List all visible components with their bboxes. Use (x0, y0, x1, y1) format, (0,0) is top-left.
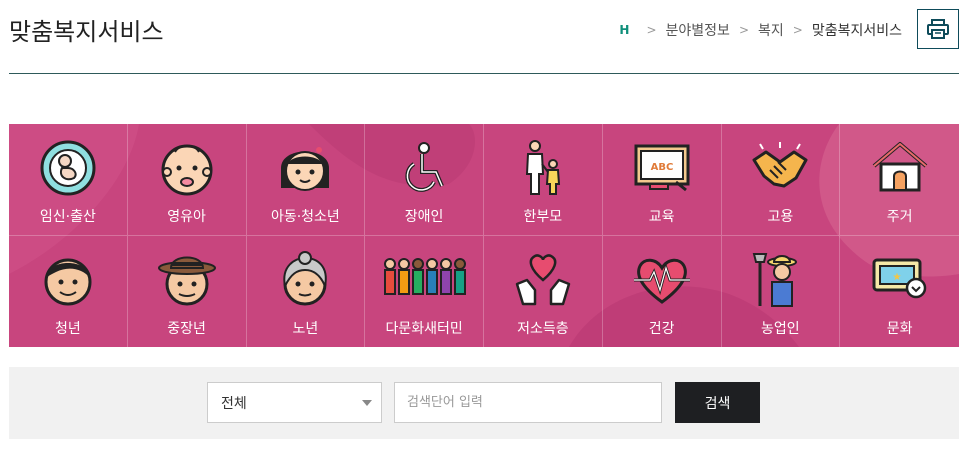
page-title: 맞춤복지서비스 (9, 18, 164, 46)
svg-text:ABC: ABC (650, 162, 673, 173)
breadcrumb-current[interactable]: 맞춤복지서비스 (812, 20, 902, 40)
breadcrumb-separator: > (738, 23, 749, 37)
category-education[interactable]: ABC 교육 (602, 124, 722, 236)
blackboard-icon: ABC (634, 144, 690, 192)
category-grid: 임신·출산 영유아 아동·청소년 장애인 한부모 ABC 교육 고용 주거 청년… (9, 124, 959, 347)
child-icon (281, 147, 330, 191)
category-middle-aged[interactable]: 중장년 (128, 235, 247, 347)
breadcrumb: H > 분야별정보 > 복지 > 맞춤복지서비스 (619, 20, 902, 40)
category-label: 건강 (648, 320, 675, 337)
heartbeat-icon (633, 258, 690, 304)
print-button[interactable] (917, 9, 959, 49)
multicultural-people-icon (384, 257, 467, 295)
pregnancy-icon (40, 140, 96, 196)
category-label: 중장년 (167, 320, 206, 337)
category-label: 청년 (54, 320, 81, 337)
svg-text:★: ★ (892, 272, 901, 283)
category-child[interactable]: 아동·청소년 (246, 124, 366, 236)
wheelchair-icon (405, 142, 444, 192)
printer-icon (927, 19, 949, 39)
search-input[interactable] (394, 382, 662, 423)
single-parent-icon (525, 140, 560, 195)
category-label: 아동·청소년 (270, 209, 340, 225)
category-label: 임신·출산 (39, 209, 96, 225)
hands-heart-icon (515, 253, 571, 305)
breadcrumb-item[interactable]: 복지 (758, 20, 784, 40)
header-divider (9, 73, 959, 74)
category-label: 고용 (767, 209, 794, 225)
category-low-income[interactable]: 저소득층 (484, 235, 603, 347)
infant-icon (161, 144, 213, 196)
category-label: 저소득층 (517, 320, 569, 337)
middle-aged-man-icon (157, 256, 216, 305)
ticket-icon: ★ (872, 258, 926, 298)
category-label: 영유아 (167, 209, 206, 225)
category-employment[interactable]: 고용 (721, 124, 841, 236)
category-pregnancy[interactable]: 임신·출산 (9, 124, 128, 236)
home-icon[interactable]: H (619, 23, 629, 37)
category-label: 다문화새터민 (385, 320, 463, 337)
chevron-down-icon (362, 400, 372, 406)
young-man-icon (44, 258, 92, 305)
category-elderly[interactable]: 노년 (247, 235, 366, 347)
category-farmer[interactable]: 농업인 (722, 235, 841, 347)
category-select-value: 전체 (221, 395, 247, 412)
farmer-icon (753, 252, 798, 307)
category-youth[interactable]: 청년 (9, 235, 128, 347)
category-label: 문화 (886, 320, 913, 337)
category-label: 농업인 (761, 320, 800, 337)
category-infant[interactable]: 영유아 (127, 124, 247, 236)
category-housing[interactable]: 주거 (840, 124, 959, 236)
breadcrumb-item[interactable]: 분야별정보 (666, 20, 730, 40)
category-label: 장애인 (404, 209, 444, 225)
elderly-woman-icon (283, 250, 328, 305)
category-label: 교육 (648, 209, 675, 225)
house-icon (872, 142, 927, 192)
search-button[interactable]: 검색 (675, 382, 760, 423)
category-culture[interactable]: ★ 문화 (840, 236, 959, 348)
breadcrumb-separator: > (792, 23, 803, 37)
handshake-icon (752, 142, 808, 188)
breadcrumb-separator: > (646, 23, 657, 37)
category-health[interactable]: 건강 (603, 235, 722, 347)
category-disabled[interactable]: 장애인 (365, 124, 484, 236)
category-multicultural[interactable]: 다문화새터민 (365, 235, 484, 347)
category-label: 한부모 (523, 209, 563, 225)
category-single-parent[interactable]: 한부모 (484, 124, 603, 236)
search-bar: 전체 검색 (9, 367, 959, 439)
category-label: 주거 (886, 209, 913, 225)
category-label: 노년 (292, 320, 319, 337)
category-select[interactable]: 전체 (207, 382, 382, 423)
